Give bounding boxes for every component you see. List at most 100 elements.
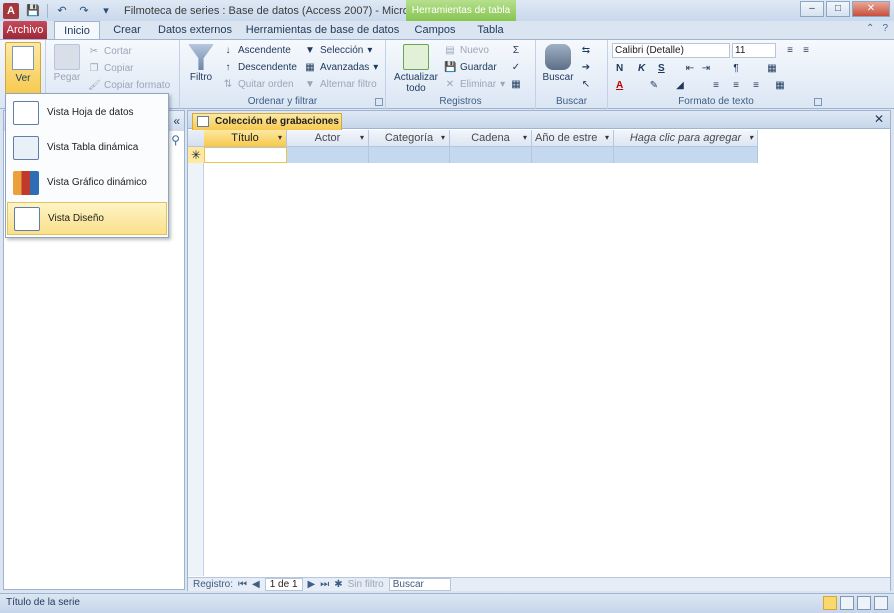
font-name-select[interactable]: Calibri (Detalle)	[612, 43, 730, 58]
minimize-ribbon-icon[interactable]: ⌃	[866, 23, 874, 34]
new-row-cell-cadena[interactable]	[450, 147, 532, 163]
tab-archivo[interactable]: Archivo	[3, 21, 47, 40]
gridlines-icon: ▦	[767, 62, 777, 74]
new-row-cell-titulo[interactable]	[204, 147, 287, 163]
current-record-field[interactable]: 1 de 1	[264, 578, 303, 591]
record-search-input[interactable]: Buscar	[388, 578, 451, 591]
new-row-cell-actor[interactable]	[287, 147, 369, 163]
eliminar-button[interactable]: ✕ Eliminar ▾	[444, 77, 505, 92]
menu-item-datasheet-view[interactable]: Vista Hoja de datos	[7, 96, 167, 129]
tab-campos[interactable]: Campos	[410, 21, 460, 40]
new-row-cell-ano-estreno[interactable]	[532, 147, 614, 163]
select-button[interactable]: ↖	[580, 77, 592, 92]
search-icon[interactable]: ⚲	[171, 133, 180, 147]
tab-inicio[interactable]: Inicio	[54, 21, 100, 40]
goto-button[interactable]: ➔	[580, 60, 592, 75]
menu-item-pivotchart-view[interactable]: Vista Gráfico dinámico	[7, 166, 167, 199]
fill-button[interactable]: ▦	[766, 61, 778, 76]
design-view-status-icon[interactable]	[874, 596, 888, 610]
align-left-button[interactable]: ≡	[710, 78, 722, 93]
column-header-add-field[interactable]: Haga clic para agregar ▾	[614, 130, 758, 147]
more-button[interactable]: ▦	[510, 77, 522, 92]
customize-icon[interactable]: ▾	[98, 3, 114, 19]
restore-button[interactable]: □	[826, 1, 850, 17]
datasheet-view-icon[interactable]	[823, 596, 837, 610]
sort-descending-icon: ↑	[225, 61, 231, 73]
align-right-button[interactable]: ≡	[750, 78, 762, 93]
column-header-ano-estreno[interactable]: Año de estre ▾	[532, 130, 614, 147]
background-color-button[interactable]: ◢	[674, 78, 686, 93]
save-icon[interactable]: 💾	[25, 3, 41, 19]
column-header-categoria[interactable]: Categoría ▾	[369, 130, 450, 147]
column-dropdown-icon[interactable]: ▾	[360, 130, 364, 146]
tab-tabla[interactable]: Tabla	[468, 21, 513, 40]
filter-status[interactable]: Sin filtro	[348, 579, 384, 590]
tab-crear[interactable]: Crear	[108, 21, 146, 40]
filtro-button[interactable]: Filtro	[184, 44, 218, 83]
gridlines-button[interactable]: ▦	[774, 78, 786, 93]
column-header-cadena[interactable]: Cadena ▾	[450, 130, 532, 147]
highlight-button[interactable]: ✎	[648, 78, 660, 93]
totals-button[interactable]: Σ	[510, 43, 522, 58]
spelling-button[interactable]: ✓	[510, 60, 522, 75]
copiar-formato-button[interactable]: 🖌 Copiar formato	[88, 78, 170, 93]
bullets-button[interactable]: ≡ ≡	[784, 43, 812, 58]
minimize-button[interactable]: –	[800, 1, 824, 17]
nuevo-button[interactable]: ▤ Nuevo	[444, 43, 489, 58]
new-record-icon[interactable]: ✱	[334, 579, 342, 590]
menu-item-pivottable-view[interactable]: Vista Tabla dinámica	[7, 131, 167, 164]
dialog-launcher-icon[interactable]	[375, 98, 383, 106]
descendente-button[interactable]: ↑ Descendente	[222, 60, 297, 75]
alternar-filtro-button[interactable]: ▼ Alternar filtro	[304, 77, 377, 92]
column-dropdown-icon[interactable]: ▾	[605, 130, 609, 146]
bold-button[interactable]: N	[616, 61, 623, 76]
seleccion-button[interactable]: ▼ Selección ▾	[304, 43, 372, 58]
replace-button[interactable]: ⇆	[580, 43, 592, 58]
last-record-icon[interactable]: ⏭	[320, 579, 329, 590]
previous-record-icon[interactable]: ◀	[252, 579, 260, 590]
cortar-button[interactable]: ✂ Cortar	[88, 44, 132, 59]
column-dropdown-icon[interactable]: ▾	[749, 130, 753, 146]
quitar-orden-button[interactable]: ⇅ Quitar orden	[222, 77, 294, 92]
italic-button[interactable]: K	[638, 61, 645, 76]
buscar-button[interactable]: Buscar	[540, 44, 576, 83]
font-size-select[interactable]: 11	[732, 43, 776, 58]
first-record-icon[interactable]: ⏮	[238, 579, 247, 590]
redo-icon[interactable]: ↷	[76, 3, 92, 19]
close-button[interactable]: ✕	[852, 1, 890, 17]
guardar-button[interactable]: 💾 Guardar	[444, 60, 497, 75]
copiar-button[interactable]: ❐ Copiar	[88, 61, 134, 76]
underline-button[interactable]: S	[658, 61, 665, 76]
next-record-icon[interactable]: ▶	[308, 579, 316, 590]
pivottable-view-icon[interactable]	[840, 596, 854, 610]
select-all-corner[interactable]	[188, 130, 204, 147]
column-header-titulo[interactable]: Título ▾	[204, 130, 287, 147]
column-header-actor[interactable]: Actor ▾	[287, 130, 369, 147]
dialog-launcher-icon[interactable]	[814, 98, 822, 106]
menu-item-design-view[interactable]: Vista Diseño	[7, 202, 167, 235]
new-row-cell-add-field[interactable]	[614, 147, 758, 163]
text-direction-button[interactable]: ¶	[730, 61, 742, 76]
pegar-button[interactable]: Pegar	[50, 44, 84, 83]
tab-datos-externos[interactable]: Datos externos	[155, 21, 235, 40]
help-icon[interactable]: ?	[882, 23, 888, 34]
avanzadas-button[interactable]: ▦ Avanzadas ▾	[304, 60, 378, 75]
actualizar-todo-button[interactable]: Actualizar todo	[390, 44, 442, 94]
document-tab[interactable]: Colección de grabaciones	[192, 113, 342, 130]
dropdown-arrow-icon: ▾	[500, 79, 506, 90]
pivotchart-view-icon[interactable]	[857, 596, 871, 610]
collapse-nav-icon[interactable]: «	[173, 114, 180, 128]
undo-icon[interactable]: ↶	[54, 3, 70, 19]
align-center-button[interactable]: ≡	[730, 78, 742, 93]
ver-button[interactable]: Ver	[5, 42, 41, 95]
ascendente-button[interactable]: ↓ Ascendente	[222, 43, 291, 58]
access-app-icon[interactable]: A	[3, 2, 19, 19]
indent-button[interactable]: ⇤ ⇥	[684, 61, 712, 76]
close-icon[interactable]: ✕	[874, 112, 884, 126]
new-row-cell-categoria[interactable]	[369, 147, 450, 163]
column-dropdown-icon[interactable]: ▾	[523, 130, 527, 146]
font-color-button[interactable]: A	[616, 78, 623, 93]
column-dropdown-icon[interactable]: ▾	[278, 130, 282, 146]
column-dropdown-icon[interactable]: ▾	[441, 130, 445, 146]
tab-herramientas-bd[interactable]: Herramientas de base de datos	[245, 21, 400, 40]
